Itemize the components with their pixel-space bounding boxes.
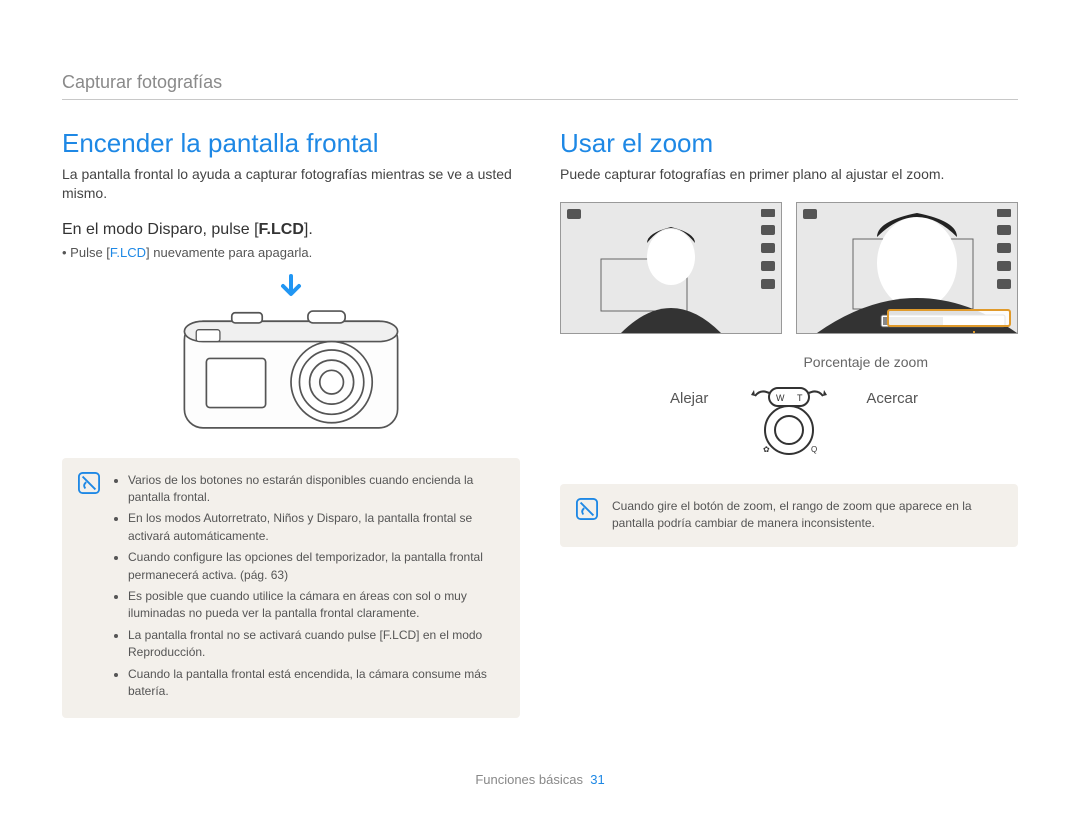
note-item: Cuando la pantalla frontal está encendid…: [128, 666, 504, 701]
note-icon: [576, 498, 600, 533]
note-item: La pantalla frontal no se activará cuand…: [128, 627, 504, 662]
page-footer: Funciones básicas 31: [0, 772, 1080, 787]
svg-text:T: T: [797, 393, 803, 403]
step-key: F.LCD: [259, 221, 304, 238]
note-item: En los modos Autorretrato, Niños y Dispa…: [128, 510, 504, 545]
column-zoom: Usar el zoom Puede capturar fotografías …: [560, 128, 1018, 718]
svg-text:✿: ✿: [763, 445, 770, 454]
two-column-layout: Encender la pantalla frontal La pantalla…: [62, 128, 1018, 718]
section-title-front-lcd: Encender la pantalla frontal: [62, 128, 520, 159]
substep-press-again: • Pulse [F.LCD] nuevamente para apagarla…: [62, 245, 520, 260]
zoom-dial-icon: W T ✿ Q: [741, 384, 837, 458]
section-title-zoom: Usar el zoom: [560, 128, 1018, 159]
intro-zoom: Puede capturar fotografías en primer pla…: [560, 165, 1018, 184]
zoom-screenshot-wide: [560, 202, 782, 334]
footer-section: Funciones básicas: [475, 772, 583, 787]
note-box-zoom: Cuando gire el botón de zoom, el rango d…: [560, 484, 1018, 547]
note-box-front-lcd: Varios de los botones no estarán disponi…: [62, 458, 520, 719]
step-suffix: ].: [304, 221, 313, 238]
note-list: Varios de los botones no estarán disponi…: [114, 472, 504, 705]
svg-text:W: W: [776, 393, 785, 403]
zoom-out-label: Alejar: [670, 390, 708, 407]
camera-illustration: [62, 274, 520, 438]
note-text: Cuando gire el botón de zoom, el rango d…: [612, 498, 1002, 533]
zoom-percentage-label: Porcentaje de zoom: [560, 354, 1018, 370]
zoom-screenshot-tele: [796, 202, 1018, 334]
step-prefix: En el modo Disparo, pulse [: [62, 221, 259, 238]
column-front-lcd: Encender la pantalla frontal La pantalla…: [62, 128, 520, 718]
note-item: Varios de los botones no estarán disponi…: [128, 472, 504, 507]
breadcrumb: Capturar fotografías: [62, 72, 1018, 100]
manual-page: Capturar fotografías Encender la pantall…: [0, 0, 1080, 815]
arrow-down-icon: [279, 274, 303, 302]
sub-key: F.LCD: [110, 245, 146, 260]
zoom-dial-illustration: Alejar Acercar W T ✿ Q: [560, 384, 1018, 458]
note-item: Es posible que cuando utilice la cámara …: [128, 588, 504, 623]
camera-icon: [181, 306, 401, 433]
note-item: Cuando configure las opciones del tempor…: [128, 549, 504, 584]
sub-prefix: • Pulse [: [62, 245, 110, 260]
callout-connector-icon: [973, 331, 975, 334]
zoom-in-label: Acercar: [866, 390, 918, 407]
sub-suffix: ] nuevamente para apagarla.: [146, 245, 312, 260]
svg-text:Q: Q: [811, 445, 817, 454]
footer-page-number: 31: [590, 772, 604, 787]
zoom-bar-highlight: [887, 309, 1011, 327]
step-press-flcd: En el modo Disparo, pulse [F.LCD].: [62, 221, 520, 239]
zoom-screenshots: [560, 202, 1018, 334]
intro-front-lcd: La pantalla frontal lo ayuda a capturar …: [62, 165, 520, 203]
note-icon: [78, 472, 102, 705]
